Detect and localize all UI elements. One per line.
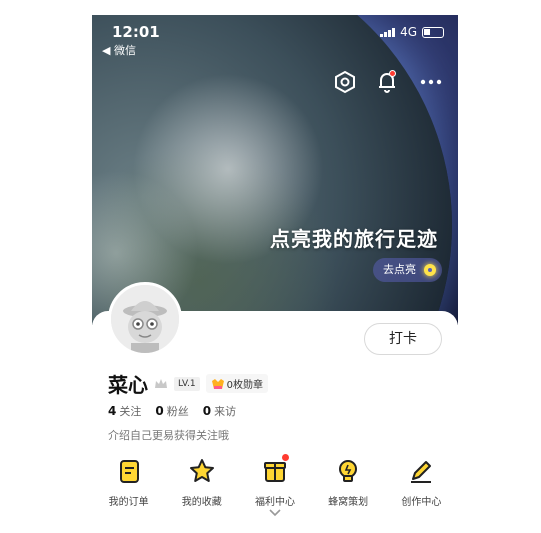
checkin-button[interactable]: 打卡 [364,323,442,355]
followers-count: 0 [155,404,164,418]
menu-my-favorites[interactable]: 我的收藏 [167,457,237,508]
visitors-count: 0 [202,404,212,418]
menu-label: 蜂窝策划 [328,497,369,508]
network-type: 4G [400,25,417,39]
avatar[interactable] [108,282,182,356]
status-bar: 12:01 ◀ 微信 4G [92,15,458,59]
status-time: 12:01 [112,23,160,41]
back-to-app-link[interactable]: ◀ 微信 [102,42,136,58]
notification-dot [389,70,396,77]
gift-icon [263,462,286,482]
menu-my-orders[interactable]: 我的订单 [94,457,164,508]
medal-count: 0枚勋章 [226,380,263,391]
visitors-label: 来访 [214,405,237,418]
following-label: 关注 [119,405,142,418]
level-badge[interactable]: LV.1 [174,376,200,391]
visitors-stat[interactable]: 0 来访 [203,403,236,419]
welfare-notification-dot [281,454,289,461]
follow-stats: 4 关注 0 粉丝 0 来访 [108,403,236,419]
pen-icon [411,461,432,483]
menu-label: 福利中心 [254,497,295,508]
light-up-label: 去点亮 [383,263,416,276]
light-up-button[interactable]: 去点亮 [373,258,442,282]
signal-icon [380,27,396,37]
battery-icon [422,26,444,38]
crown-icon [155,378,167,388]
settings-hexagon-icon[interactable] [332,69,358,95]
chevron-down-icon[interactable] [269,509,281,517]
star-icon [189,459,214,482]
bulb-icon [339,460,358,482]
following-count: 4 [108,404,117,418]
user-name: 菜心 [108,373,148,397]
more-options-icon[interactable] [418,69,444,95]
followers-label: 粉丝 [166,405,189,418]
menu-label: 创作中心 [401,497,442,508]
back-app-label: 微信 [113,44,136,57]
notification-bell-icon[interactable] [374,69,400,95]
light-bulb-dot-icon [424,264,436,276]
status-indicators: 4G [380,25,444,39]
followers-stat[interactable]: 0 粉丝 [155,403,188,419]
medal-icon [211,378,224,389]
menu-hive-planning[interactable]: 蜂窝策划 [313,457,383,508]
menu-label: 我的订单 [108,497,149,508]
profile-screen: 12:01 ◀ 微信 4G 点亮我的旅行足迹 去点亮 打卡 菜心 LV.1 0枚… [92,15,458,517]
quick-menu: 我的订单 我的收藏 福利中心 蜂窝策划 创作中心 [92,454,458,508]
menu-creation-center[interactable]: 创作中心 [386,457,456,508]
menu-label: 我的收藏 [181,497,222,508]
bio-text[interactable]: 介绍自己更易获得关注哦 [108,427,229,443]
medal-badge[interactable]: 0枚勋章 [205,374,268,393]
menu-welfare-center[interactable]: 福利中心 [240,454,310,508]
following-stat[interactable]: 4 关注 [108,403,141,419]
travel-slogan: 点亮我的旅行足迹 [270,227,438,251]
name-row: 菜心 LV.1 0枚勋章 [108,369,268,398]
order-icon [119,460,139,483]
